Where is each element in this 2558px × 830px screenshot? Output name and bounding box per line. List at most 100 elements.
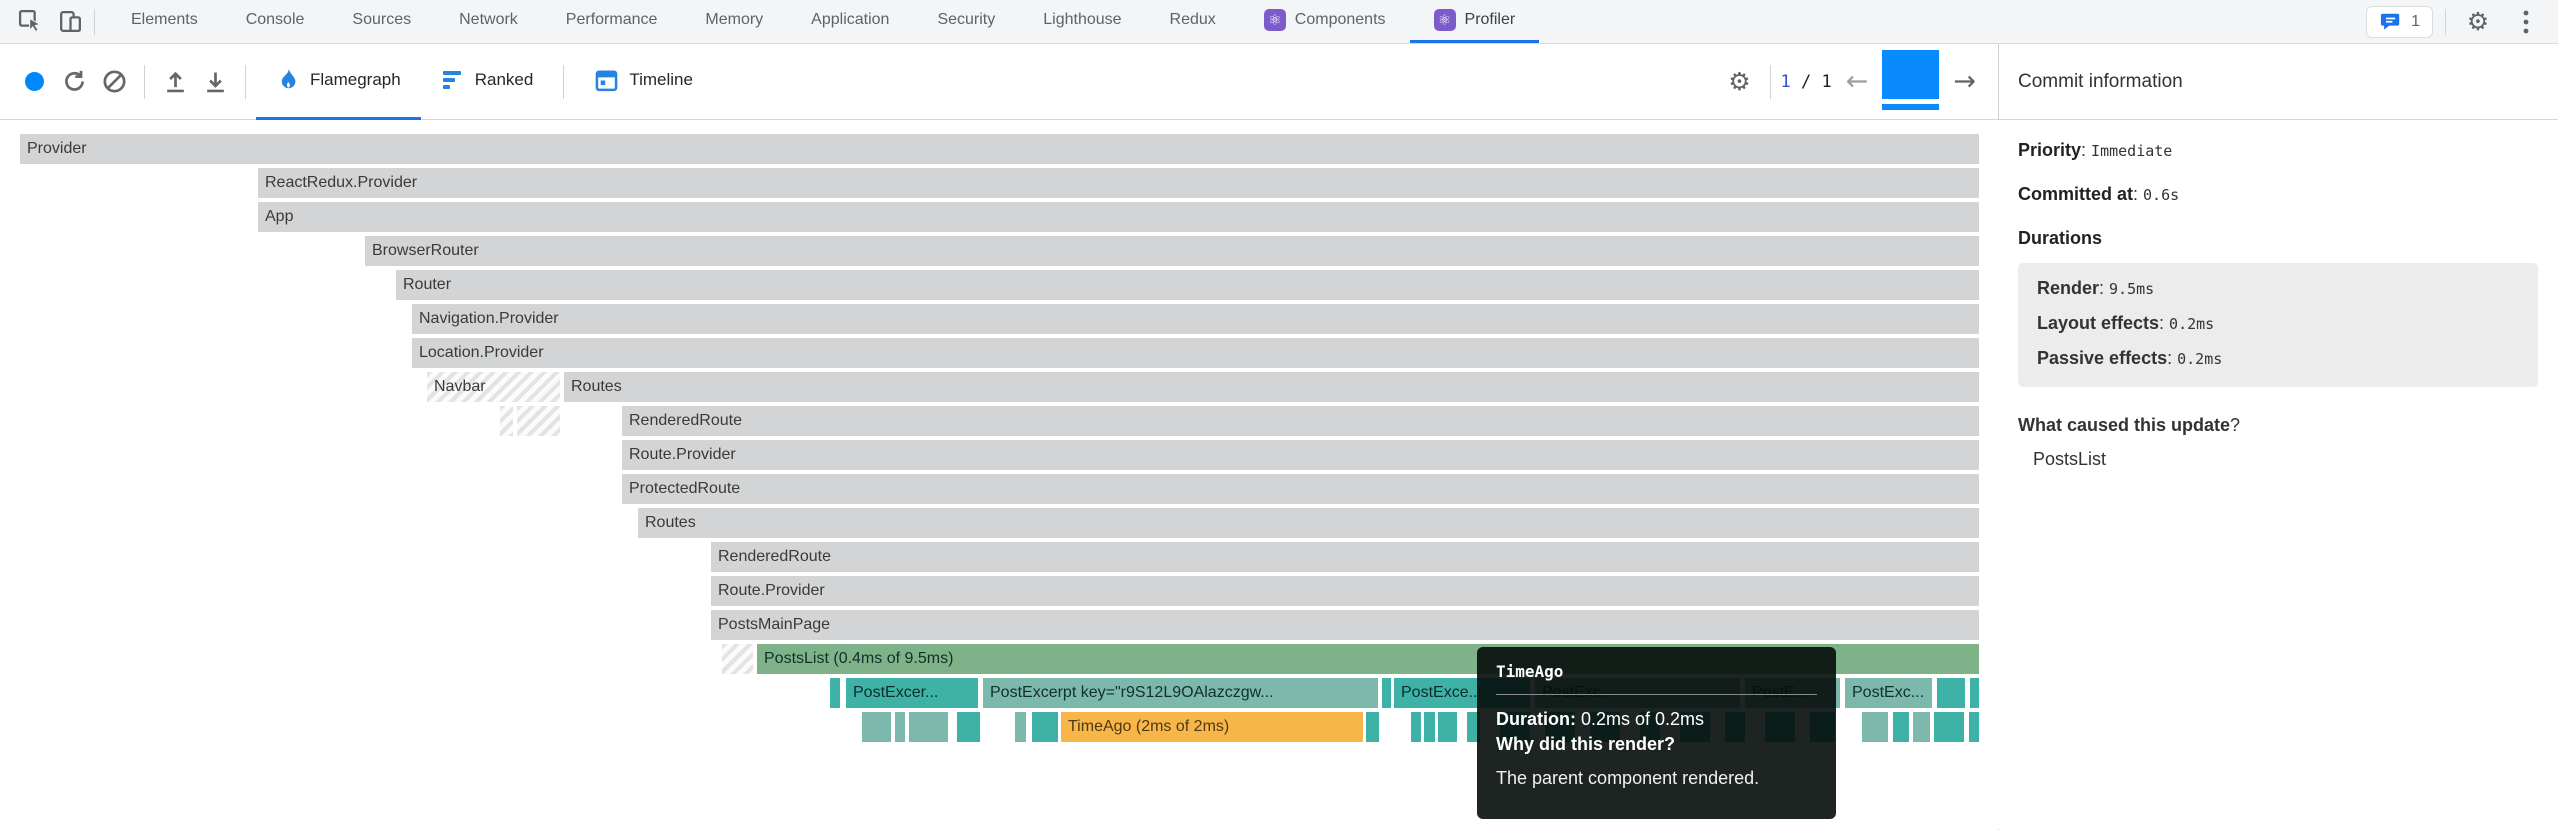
flame-bar[interactable]: Routes	[638, 508, 1979, 538]
tab-timeline[interactable]: Timeline	[574, 44, 713, 120]
flame-bar[interactable]: Router	[396, 270, 1979, 300]
tab-label: Redux	[1170, 11, 1216, 29]
tab-performance[interactable]: Performance	[542, 0, 682, 43]
flame-bar[interactable]: ProtectedRoute	[622, 474, 1979, 504]
tab-label: Application	[811, 11, 889, 29]
tooltip-duration: Duration: 0.2ms of 0.2ms	[1496, 707, 1817, 732]
divider	[2445, 9, 2446, 35]
record-button[interactable]	[14, 60, 54, 104]
flame-bar[interactable]	[862, 712, 891, 742]
flame-bar[interactable]	[1893, 712, 1909, 742]
tab-sources[interactable]: Sources	[328, 0, 435, 43]
flame-bar[interactable]	[1032, 712, 1058, 742]
comment-button[interactable]: 1	[2366, 6, 2433, 38]
import-profile-button[interactable]	[155, 60, 195, 104]
tab-flamegraph[interactable]: Flamegraph	[256, 44, 421, 120]
flame-bar[interactable]	[1913, 712, 1930, 742]
flame-bar[interactable]: PostExcerpt key="r9S12L9OAlazczgw...	[983, 678, 1378, 708]
flame-bar[interactable]: Provider	[20, 134, 1979, 164]
flame-bar[interactable]	[1015, 712, 1026, 742]
profiler-settings-gear-icon[interactable]: ⚙	[1720, 60, 1760, 104]
tab-network[interactable]: Network	[435, 0, 542, 43]
flame-bar[interactable]: PostsMainPage	[711, 610, 1979, 640]
flame-bar[interactable]: Routes	[564, 372, 1979, 402]
tab-label: Sources	[352, 11, 411, 29]
flame-bar[interactable]	[1969, 712, 1979, 742]
tab-ranked-label: Ranked	[475, 70, 534, 90]
flame-bar[interactable]: BrowserRouter	[365, 236, 1979, 266]
flame-bar-hatched[interactable]	[517, 406, 560, 436]
tab-application[interactable]: Application	[787, 0, 913, 43]
flame-bar[interactable]: Navigation.Provider	[412, 304, 1979, 334]
devtools-tabbar: Elements Console Sources Network Performance…	[0, 0, 2558, 44]
tab-elements[interactable]: Elements	[107, 0, 222, 43]
tab-security[interactable]: Security	[913, 0, 1019, 43]
reload-profile-button[interactable]	[54, 60, 94, 104]
previous-commit-arrow-icon[interactable]: ←	[1846, 68, 1869, 95]
flame-bar[interactable]	[909, 712, 948, 742]
commit-count: 1 / 1	[1781, 72, 1832, 92]
flame-bar[interactable]	[895, 712, 905, 742]
flame-bar[interactable]: App	[258, 202, 1979, 232]
flame-bar[interactable]	[1937, 678, 1965, 708]
flame-bar[interactable]: RenderedRoute	[622, 406, 1979, 436]
flame-bar[interactable]: ReactRedux.Provider	[258, 168, 1979, 198]
flame-bar[interactable]: Route.Provider	[711, 576, 1979, 606]
more-menu-icon[interactable]	[2506, 5, 2546, 39]
flame-bar[interactable]: TimeAgo (2ms of 2ms)	[1061, 712, 1363, 742]
profiler-toolbar: Flamegraph Ranked	[0, 44, 1998, 120]
flame-bar[interactable]	[1411, 712, 1421, 742]
tab-label: Lighthouse	[1043, 11, 1121, 29]
tabbar-right-controls: 1 ⚙	[2366, 0, 2558, 43]
clear-profile-button[interactable]	[94, 60, 134, 104]
flame-bar[interactable]	[1366, 712, 1379, 742]
flame-bar-hatched[interactable]	[500, 406, 513, 436]
timeline-calendar-icon	[594, 68, 619, 93]
next-commit-arrow-icon[interactable]: →	[1953, 68, 1976, 95]
flame-bar[interactable]: Route.Provider	[622, 440, 1979, 470]
flame-bar[interactable]	[1382, 678, 1391, 708]
ranked-bars-icon	[441, 68, 465, 92]
selected-commit-bar[interactable]	[1882, 50, 1939, 99]
priority-line: Priority: Immediate	[2018, 140, 2540, 161]
tab-ranked[interactable]: Ranked	[421, 44, 554, 120]
device-toolbar-icon[interactable]	[50, 5, 90, 39]
tab-label: Console	[246, 11, 305, 29]
flame-bar[interactable]: PostExc...	[1845, 678, 1932, 708]
flame-bar-hatched[interactable]	[722, 644, 753, 674]
flame-bar[interactable]: PostExcer...	[846, 678, 978, 708]
committed-at-line: Committed at: 0.6s	[2018, 184, 2540, 205]
export-profile-button[interactable]	[195, 60, 235, 104]
flame-bar[interactable]	[1970, 678, 1979, 708]
tab-profiler[interactable]: ⚛Profiler	[1410, 0, 1540, 43]
flame-bar[interactable]	[1424, 712, 1435, 742]
flame-bar[interactable]: Location.Provider	[412, 338, 1979, 368]
commit-bar-chart[interactable]	[1882, 50, 1939, 114]
flame-bar[interactable]	[1934, 712, 1964, 742]
devtools-window: Elements Console Sources Network Performance…	[0, 0, 2558, 830]
tab-console[interactable]: Console	[222, 0, 329, 43]
inspect-icon[interactable]	[10, 5, 50, 39]
settings-gear-icon[interactable]: ⚙	[2458, 5, 2498, 39]
tab-flamegraph-label: Flamegraph	[310, 70, 401, 90]
tab-label: Network	[459, 11, 518, 29]
tab-redux[interactable]: Redux	[1146, 0, 1240, 43]
duration-line: Render: 9.5ms	[2037, 278, 2519, 299]
tooltip-reason: The parent component rendered.	[1496, 766, 1817, 791]
flame-bar[interactable]: RenderedRoute	[711, 542, 1979, 572]
devtools-tabs: Elements Console Sources Network Performance…	[107, 0, 1539, 43]
cause-list: PostsList	[2018, 449, 2540, 470]
flame-bar[interactable]	[1862, 712, 1888, 742]
flame-tooltip: TimeAgo Duration: 0.2ms of 0.2ms Why did…	[1477, 647, 1836, 819]
tab-lighthouse[interactable]: Lighthouse	[1019, 0, 1145, 43]
flame-bar-hatched[interactable]: Navbar	[427, 372, 560, 402]
flame-bar[interactable]	[830, 678, 840, 708]
tab-components[interactable]: ⚛Components	[1240, 0, 1410, 43]
comment-icon	[2379, 11, 2403, 33]
flame-bar[interactable]	[1438, 712, 1457, 742]
cause-item[interactable]: PostsList	[2018, 449, 2540, 470]
tab-label: Components	[1295, 11, 1386, 29]
cause-heading: What caused this update?	[2018, 415, 2540, 436]
tab-memory[interactable]: Memory	[681, 0, 787, 43]
flame-bar[interactable]	[957, 712, 980, 742]
